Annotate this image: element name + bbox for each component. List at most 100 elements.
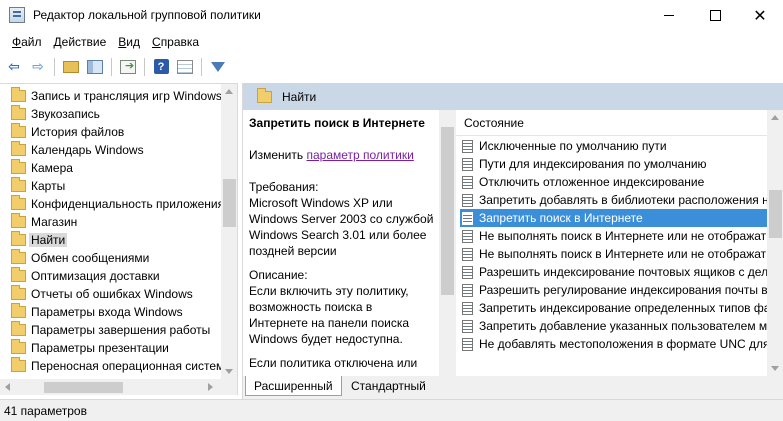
- title-bar: Редактор локальной групповой политики ✕: [0, 0, 783, 31]
- tree-item[interactable]: Запись и трансляция игр Windows: [0, 87, 221, 105]
- folder-icon: [11, 357, 26, 372]
- scroll-thumb[interactable]: [223, 179, 236, 227]
- policy-setting-icon: [462, 301, 473, 315]
- folder-icon: [11, 339, 26, 354]
- policy-setting-icon: [462, 319, 473, 333]
- folder-icon: [11, 249, 26, 264]
- edit-policy-line: Изменить параметр политики: [249, 148, 414, 162]
- description-scrollbar[interactable]: [439, 110, 456, 376]
- policy-setting-icon: [462, 337, 473, 351]
- scroll-down-arrow-icon[interactable]: [225, 369, 233, 374]
- scroll-thumb[interactable]: [769, 190, 782, 238]
- policy-row[interactable]: Запретить добавление указанных пользоват…: [460, 317, 767, 335]
- show-hide-tree-icon[interactable]: [85, 57, 105, 77]
- status-text: 41 параметров: [4, 403, 87, 418]
- toolbar-separator: [144, 57, 145, 76]
- export-list-icon[interactable]: [118, 57, 138, 77]
- folder-icon: [11, 123, 26, 138]
- folder-icon: [11, 213, 26, 228]
- tree-item-selected[interactable]: Найти: [0, 231, 221, 249]
- toolbar-separator: [201, 57, 202, 76]
- edit-policy-link[interactable]: параметр политики: [306, 148, 413, 162]
- tab-standard[interactable]: Стандартный: [343, 376, 434, 396]
- tree-horizontal-scrollbar[interactable]: [0, 379, 221, 395]
- policy-row[interactable]: Разрешить регулирование индексирования п…: [460, 281, 767, 299]
- menu-file[interactable]: Файл: [6, 35, 48, 49]
- menu-action[interactable]: Действие: [48, 35, 113, 49]
- column-header-state[interactable]: Состояние: [456, 110, 767, 136]
- maximize-button[interactable]: [692, 0, 738, 31]
- tree-item[interactable]: Параметры завершения работы: [0, 321, 221, 339]
- back-icon[interactable]: ⇦: [4, 57, 24, 77]
- policy-setting-icon: [462, 193, 473, 207]
- scroll-thumb[interactable]: [441, 127, 454, 295]
- policy-row[interactable]: Пути для индексирования по умолчанию: [460, 155, 767, 173]
- policy-row[interactable]: Отключить отложенное индексирование: [460, 173, 767, 191]
- folder-icon: [11, 105, 26, 120]
- scroll-left-arrow-icon[interactable]: [5, 383, 10, 391]
- extended-view-icon[interactable]: [175, 57, 195, 77]
- toolbar-separator: [111, 57, 112, 76]
- scroll-down-arrow-icon[interactable]: [771, 366, 779, 371]
- policy-row[interactable]: Разрешить индексирование почтовых ящиков…: [460, 263, 767, 281]
- policy-setting-icon: [462, 283, 473, 297]
- scroll-up-arrow-icon[interactable]: [225, 89, 233, 94]
- scroll-up-arrow-icon[interactable]: [771, 115, 779, 120]
- policy-row[interactable]: Исключенные по умолчанию пути: [460, 137, 767, 155]
- folder-icon: [11, 321, 26, 336]
- tree-item[interactable]: Отчеты об ошибках Windows: [0, 285, 221, 303]
- folder-icon: [11, 285, 26, 300]
- details-header: Найти: [243, 83, 783, 110]
- app-icon: [9, 7, 25, 23]
- policy-setting-icon: [462, 157, 473, 171]
- tree-item[interactable]: Параметры входа Windows: [0, 303, 221, 321]
- policy-setting-icon: [462, 139, 473, 153]
- tree-pane: Запись и трансляция игр Windows Звукозап…: [0, 83, 238, 395]
- tree-item[interactable]: Камера: [0, 159, 221, 177]
- requirements-text: Microsoft Windows XP или Windows Server …: [249, 196, 434, 258]
- folder-icon: [11, 267, 26, 282]
- filter-icon[interactable]: [208, 57, 228, 77]
- tree-item[interactable]: Карты: [0, 177, 221, 195]
- scroll-thumb[interactable]: [44, 382, 123, 393]
- policy-row[interactable]: Не выполнять поиск в Интернете или не от…: [460, 227, 767, 245]
- close-button[interactable]: ✕: [737, 0, 783, 31]
- policy-list: Состояние Исключенные по умолчанию пути …: [456, 110, 783, 376]
- menu-help[interactable]: Справка: [146, 35, 205, 49]
- tree-item[interactable]: Обмен сообщениями: [0, 249, 221, 267]
- tree-item[interactable]: Оптимизация доставки: [0, 267, 221, 285]
- help-icon[interactable]: ?: [151, 57, 171, 77]
- policy-row[interactable]: Запретить индексирование определенных ти…: [460, 299, 767, 317]
- minimize-button[interactable]: [646, 0, 692, 31]
- policy-list-scrollbar[interactable]: [767, 110, 783, 376]
- tree-vertical-scrollbar[interactable]: [221, 84, 237, 395]
- policy-row[interactable]: Не добавлять местоположения в формате UN…: [460, 335, 767, 353]
- folder-icon: [11, 87, 26, 102]
- menu-view[interactable]: Вид: [112, 35, 146, 49]
- up-folder-icon[interactable]: [61, 57, 81, 77]
- tree-item[interactable]: Конфиденциальность приложения: [0, 195, 221, 213]
- requirements-label: Требования:: [249, 180, 319, 194]
- details-pane: Найти Запретить поиск в Интернете Измени…: [242, 83, 783, 399]
- tab-extended[interactable]: Расширенный: [245, 376, 342, 396]
- policy-row-selected[interactable]: Запретить поиск в Интернете: [460, 209, 767, 227]
- tree-item[interactable]: Переносная операционная система: [0, 357, 221, 375]
- toolbar-separator: [54, 57, 55, 76]
- policy-setting-icon: [462, 265, 473, 279]
- forward-icon[interactable]: ⇨: [28, 57, 48, 77]
- tree-item[interactable]: Звукозапись: [0, 105, 221, 123]
- policy-row[interactable]: Не выполнять поиск в Интернете или не от…: [460, 245, 767, 263]
- folder-icon: [11, 141, 26, 156]
- tree-item[interactable]: Календарь Windows: [0, 141, 221, 159]
- policy-setting-icon: [462, 229, 473, 243]
- status-bar: 41 параметров: [0, 399, 783, 421]
- folder-icon: [11, 177, 26, 192]
- scroll-right-arrow-icon[interactable]: [208, 383, 213, 391]
- tree-item[interactable]: История файлов: [0, 123, 221, 141]
- tree-item[interactable]: Параметры презентации: [0, 339, 221, 357]
- tree-item[interactable]: Магазин: [0, 213, 221, 231]
- policy-row[interactable]: Запретить добавлять в библиотеки располо…: [460, 191, 767, 209]
- description-text: Если включить эту политику, возможность …: [249, 284, 410, 346]
- window-title: Редактор локальной групповой политики: [33, 8, 261, 22]
- folder-icon: [11, 303, 26, 318]
